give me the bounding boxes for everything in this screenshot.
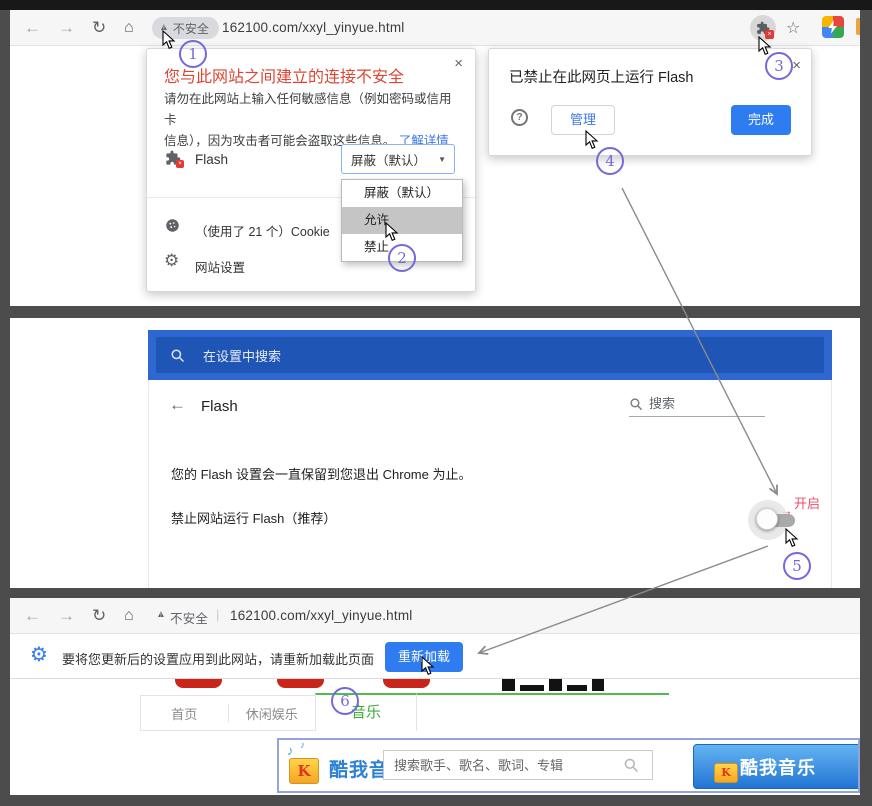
panel-browser-top: ← → ↻ ⌂ ▲! 不安全 162100.com/xxyl_yinyue.ht… xyxy=(10,10,860,306)
music-note-icon: ♪ xyxy=(712,753,717,764)
browser-toolbar: ← → ↻ ⌂ ▲! 不安全 | 162100.com/xxyl_yinyue.… xyxy=(10,598,860,634)
settings-page-title: Flash xyxy=(201,398,238,415)
close-icon[interactable]: × xyxy=(454,55,463,72)
kuwo-logo-icon: ♪ K xyxy=(714,755,742,785)
address-bar-url[interactable]: 162100.com/xxyl_yinyue.html xyxy=(230,608,413,623)
gear-icon: ⚙ xyxy=(30,642,48,667)
back-icon[interactable]: ← xyxy=(24,605,41,627)
mouse-cursor xyxy=(758,36,772,56)
back-icon[interactable]: ← xyxy=(24,17,41,39)
turn-on-hint: 开启 xyxy=(794,493,820,512)
flash-blocked-message: 已禁止在此网页上运行 Flash xyxy=(509,66,694,87)
flash-blocked-popup: × 已禁止在此网页上运行 Flash ? 管理 完成 xyxy=(488,48,812,156)
home-icon[interactable]: ⌂ xyxy=(124,17,134,39)
site-info-popup: × 您与此网站之间建立的连接不安全 请勿在此网站上输入任何敏感信息（例如密码或信… xyxy=(146,48,476,292)
music-note-icon: ♪ xyxy=(300,740,305,751)
annotation-step-3: 3 xyxy=(765,52,793,80)
music-note-icon: ♪ xyxy=(287,743,294,758)
tab-bar-accent-line xyxy=(417,693,669,695)
mouse-cursor xyxy=(385,222,399,242)
lightning-icon xyxy=(825,18,841,36)
mouse-cursor xyxy=(162,30,176,50)
reload-icon[interactable]: ↻ xyxy=(92,605,106,627)
dropdown-option-block-default[interactable]: 屏蔽（默认） xyxy=(342,180,462,207)
settings-search-bar: 在设置中搜索 xyxy=(148,330,832,380)
cookie-row-label[interactable]: （使用了 21 个）Cookie xyxy=(195,221,330,240)
webpage-tab-bar: 首页 休闲娱乐 xyxy=(140,695,316,731)
warning-icon: ▲! xyxy=(156,610,166,620)
address-bar-url[interactable]: 162100.com/xxyl_yinyue.html xyxy=(222,20,405,35)
flash-toggle-label: 禁止网站运行 Flash（推荐） xyxy=(171,508,336,527)
tab-home[interactable]: 首页 xyxy=(141,704,228,723)
home-icon[interactable]: ⌂ xyxy=(124,605,134,627)
url-separator: | xyxy=(216,607,219,622)
settings-search-placeholder: 在设置中搜索 xyxy=(203,346,281,365)
annotation-step-4: 4 xyxy=(596,147,624,175)
red-button-partial xyxy=(175,679,222,688)
infobar-message: 要将您更新后的设置应用到此网站，请重新加载此页面 xyxy=(62,649,374,668)
mouse-cursor xyxy=(785,528,799,548)
flash-permission-select[interactable]: 屏蔽（默认） ▼ xyxy=(341,144,455,174)
select-value: 屏蔽（默认） xyxy=(351,150,426,169)
settings-card: ← Flash 您的 Flash 设置会一直保留到您退出 Chrome 为止。 … xyxy=(148,380,832,588)
manage-button[interactable]: 管理 xyxy=(551,105,615,135)
forward-icon[interactable]: → xyxy=(58,17,75,39)
reload-icon[interactable]: ↻ xyxy=(92,17,106,39)
blocked-badge-icon: × xyxy=(176,160,184,168)
search-icon xyxy=(170,348,185,363)
flash-toggle-knob[interactable] xyxy=(756,508,778,530)
kuwo-search-input[interactable] xyxy=(383,750,653,780)
red-button-partial xyxy=(383,679,430,688)
browser-toolbar: ← → ↻ ⌂ ▲! 不安全 162100.com/xxyl_yinyue.ht… xyxy=(10,10,860,46)
kuwo-logo-icon: ♪ ♪ K xyxy=(289,743,323,787)
kuwo-logo-letter: K xyxy=(714,763,738,783)
site-settings-label[interactable]: 网站设置 xyxy=(195,257,245,276)
tab-leisure[interactable]: 休闲娱乐 xyxy=(229,704,316,723)
gear-icon: ⚙ xyxy=(164,251,179,271)
help-icon[interactable]: ? xyxy=(511,109,528,126)
flash-persist-note: 您的 Flash 设置会一直保留到您退出 Chrome 为止。 xyxy=(171,464,471,483)
tutorial-collage: ← → ↻ ⌂ ▲! 不安全 162100.com/xxyl_yinyue.ht… xyxy=(0,0,872,806)
kuwo-music-panel: ♪ ♪ K 酷我音乐 ♪ K 酷我音乐 xyxy=(277,738,860,793)
dropdown-option-allow[interactable]: 允许 xyxy=(342,207,462,234)
reload-infobar: ⚙ 要将您更新后的设置应用到此网站，请重新加载此页面 重新加载 xyxy=(10,635,860,679)
forward-icon[interactable]: → xyxy=(58,605,75,627)
kuwo-logo-letter: K xyxy=(289,758,319,784)
frame-top-strip xyxy=(0,0,872,10)
kuwo-music-button[interactable]: ♪ K 酷我音乐 xyxy=(693,744,860,789)
panel-flash-settings: 在设置中搜索 ← Flash 您的 Flash 设置会一直保留到您退出 Chro… xyxy=(10,318,860,588)
extension-icon-partial[interactable] xyxy=(856,18,860,35)
cookie-icon xyxy=(165,218,180,233)
partial-logo-text xyxy=(502,679,604,691)
annotation-step-6: 6 xyxy=(331,687,359,715)
security-badge-label: 不安全 xyxy=(170,608,208,627)
annotation-step-5: 5 xyxy=(783,552,811,580)
chevron-down-icon: ▼ xyxy=(438,155,446,164)
back-icon[interactable]: ← xyxy=(169,395,186,415)
settings-filter-search[interactable] xyxy=(629,396,765,417)
settings-filter-input[interactable] xyxy=(649,396,749,411)
bookmark-star-icon[interactable]: ☆ xyxy=(786,18,800,38)
done-button[interactable]: 完成 xyxy=(731,105,791,135)
security-badge-label: 不安全 xyxy=(173,20,209,37)
close-icon[interactable]: × xyxy=(792,57,801,74)
kuwo-button-label: 酷我音乐 xyxy=(740,754,816,780)
annotation-step-2: 2 xyxy=(388,244,416,272)
red-button-partial xyxy=(277,679,324,688)
connection-insecure-body: 请勿在此网站上输入任何敏感信息（例如密码或信用卡 信息），因为攻击者可能会盗取这… xyxy=(164,89,460,152)
settings-search-field[interactable]: 在设置中搜索 xyxy=(156,337,824,373)
annotation-step-1: 1 xyxy=(179,40,207,68)
flash-row-label: Flash xyxy=(195,152,228,167)
search-icon xyxy=(629,397,643,411)
search-icon[interactable] xyxy=(623,757,639,773)
music-webpage: 首页 休闲娱乐 音乐 ♪ ♪ K 酷我音乐 ♪ K xyxy=(10,679,860,795)
mouse-cursor xyxy=(585,130,599,150)
mouse-cursor xyxy=(421,656,435,676)
connection-insecure-title: 您与此网站之间建立的连接不安全 xyxy=(164,63,404,87)
flash-helper-extension-icon[interactable] xyxy=(822,16,844,38)
flash-puzzle-icon: × xyxy=(165,150,181,166)
body-line1: 请勿在此网站上输入任何敏感信息（例如密码或信用卡 xyxy=(164,92,452,127)
panel-browser-bottom: ← → ↻ ⌂ ▲! 不安全 | 162100.com/xxyl_yinyue.… xyxy=(10,598,860,795)
